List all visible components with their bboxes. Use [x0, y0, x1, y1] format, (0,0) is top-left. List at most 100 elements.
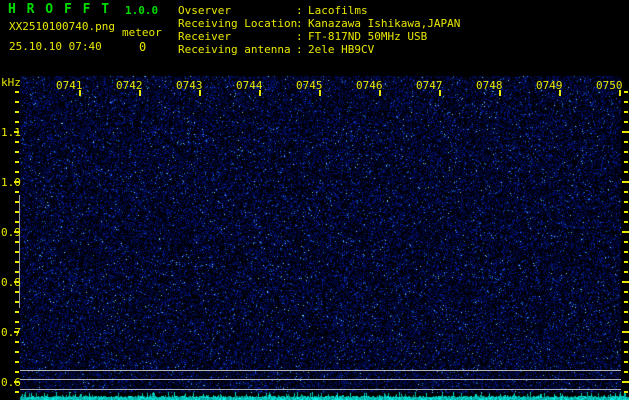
station-row: Receiver:FT-817ND 50MHz USB — [178, 30, 460, 43]
freq-minor-tick-left — [15, 221, 19, 223]
freq-minor-tick-left — [15, 211, 19, 213]
freq-major-tick-left — [14, 281, 19, 283]
station-row-value: Kanazawa Ishikawa,JAPAN — [308, 17, 460, 30]
freq-minor-tick-left — [15, 91, 19, 93]
minute-tick — [559, 90, 561, 96]
freq-minor-tick-left — [15, 321, 19, 323]
reference-line-middle — [20, 379, 621, 380]
station-info: Ovserver:LacofilmsReceiving Location:Kan… — [178, 4, 460, 56]
freq-major-tick-left — [14, 381, 19, 383]
freq-minor-tick-left — [15, 311, 19, 313]
freq-minor-tick-right — [624, 91, 628, 93]
freq-major-tick-right — [622, 231, 629, 233]
freq-minor-tick-right — [624, 371, 628, 373]
freq-minor-tick-left — [15, 301, 19, 303]
freq-minor-tick-left — [15, 261, 19, 263]
minute-tick — [379, 90, 381, 96]
freq-minor-tick-left — [15, 251, 19, 253]
freq-minor-tick-right — [624, 341, 628, 343]
minute-tick — [199, 90, 201, 96]
freq-minor-tick-right — [624, 261, 628, 263]
app-title: H R O F F T — [8, 3, 111, 16]
station-row-label: Receiving Location — [178, 17, 296, 30]
station-row: Ovserver:Lacofilms — [178, 4, 460, 17]
freq-minor-tick-right — [624, 241, 628, 243]
minute-tick — [439, 90, 441, 96]
minute-tick — [79, 90, 81, 96]
freq-minor-tick-left — [15, 241, 19, 243]
freq-minor-tick-left — [15, 151, 19, 153]
freq-minor-tick-left — [15, 361, 19, 363]
freq-minor-tick-left — [15, 101, 19, 103]
minute-tick — [619, 90, 621, 96]
freq-unit-label: kHz — [1, 77, 21, 88]
station-row-value: FT-817ND 50MHz USB — [308, 30, 427, 43]
freq-minor-tick-right — [624, 121, 628, 123]
spectrogram-canvas — [0, 0, 629, 400]
capture-filename: XX2510100740.png — [9, 21, 115, 32]
freq-major-tick-left — [14, 331, 19, 333]
freq-major-tick-right — [622, 181, 629, 183]
minute-tick — [499, 90, 501, 96]
freq-minor-tick-right — [624, 391, 628, 393]
freq-minor-tick-left — [15, 371, 19, 373]
freq-minor-tick-right — [624, 291, 628, 293]
freq-major-tick-right — [622, 331, 629, 333]
station-row-label: Receiver — [178, 30, 296, 43]
freq-minor-tick-right — [624, 201, 628, 203]
freq-minor-tick-left — [15, 111, 19, 113]
station-row-value: Lacofilms — [308, 4, 368, 17]
mode-label: meteor — [122, 27, 162, 38]
freq-minor-tick-left — [15, 161, 19, 163]
freq-minor-tick-right — [624, 211, 628, 213]
freq-minor-tick-right — [624, 151, 628, 153]
minute-tick — [319, 90, 321, 96]
freq-minor-tick-left — [15, 391, 19, 393]
freq-major-tick-right — [622, 381, 629, 383]
freq-minor-tick-right — [624, 191, 628, 193]
freq-minor-tick-left — [15, 171, 19, 173]
freq-minor-tick-right — [624, 251, 628, 253]
minute-tick — [139, 90, 141, 96]
freq-minor-tick-left — [15, 341, 19, 343]
freq-minor-tick-left — [15, 351, 19, 353]
station-row-label: Receiving antenna — [178, 43, 296, 56]
freq-minor-tick-left — [15, 191, 19, 193]
station-row: Receiving antenna:2ele HB9CV — [178, 43, 460, 56]
freq-minor-tick-right — [624, 111, 628, 113]
freq-minor-tick-right — [624, 161, 628, 163]
freq-major-tick-left — [14, 231, 19, 233]
reference-line-upper — [20, 370, 621, 371]
station-row: Receiving Location:Kanazawa Ishikawa,JAP… — [178, 17, 460, 30]
freq-minor-tick-left — [15, 201, 19, 203]
freq-minor-tick-right — [624, 311, 628, 313]
freq-minor-tick-right — [624, 351, 628, 353]
freq-minor-tick-right — [624, 141, 628, 143]
freq-minor-tick-left — [15, 291, 19, 293]
freq-minor-tick-right — [624, 101, 628, 103]
minute-tick — [259, 90, 261, 96]
freq-minor-tick-right — [624, 321, 628, 323]
station-row-separator: : — [296, 4, 308, 17]
echo-count: 0 — [139, 41, 146, 53]
hrofft-screen: H R O F F T 1.0.0 XX2510100740.png meteo… — [0, 0, 629, 400]
freq-minor-tick-left — [15, 121, 19, 123]
freq-major-tick-right — [622, 281, 629, 283]
station-row-value: 2ele HB9CV — [308, 43, 374, 56]
freq-major-tick-left — [14, 131, 19, 133]
station-row-separator: : — [296, 43, 308, 56]
freq-minor-tick-left — [15, 271, 19, 273]
freq-major-tick-right — [622, 131, 629, 133]
app-version: 1.0.0 — [125, 5, 158, 16]
freq-minor-tick-right — [624, 361, 628, 363]
station-row-label: Ovserver — [178, 4, 296, 17]
freq-minor-tick-left — [15, 141, 19, 143]
freq-minor-tick-right — [624, 221, 628, 223]
station-row-separator: : — [296, 17, 308, 30]
capture-datetime: 25.10.10 07:40 — [9, 41, 102, 52]
freq-major-tick-left — [14, 181, 19, 183]
station-row-separator: : — [296, 30, 308, 43]
freq-minor-tick-right — [624, 271, 628, 273]
freq-minor-tick-right — [624, 301, 628, 303]
freq-minor-tick-right — [624, 171, 628, 173]
